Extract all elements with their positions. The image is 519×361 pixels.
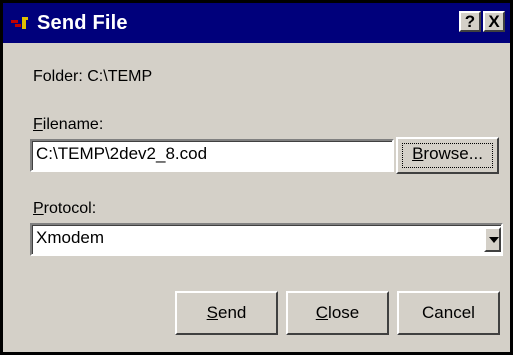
close-accel: C <box>315 303 329 322</box>
title-bar[interactable]: Send File ? X <box>3 3 510 43</box>
cancel-label: Cancel <box>422 303 475 322</box>
folder-label: Folder: <box>33 68 83 85</box>
protocol-label-accel: P <box>33 200 44 217</box>
send-file-dialog: Send File ? X Folder: C:\TEMP Filename: … <box>0 0 513 355</box>
browse-button[interactable]: Browse... <box>396 137 499 174</box>
browse-focus-rect <box>402 143 493 168</box>
protocol-label-rest: rotocol: <box>43 200 97 217</box>
close-label: lose <box>328 303 360 322</box>
close-button[interactable]: Close <box>286 291 389 335</box>
cancel-button[interactable]: Cancel <box>397 291 500 335</box>
send-button[interactable]: Send <box>175 291 278 335</box>
app-icon <box>11 17 28 29</box>
protocol-select[interactable]: Xmodem <box>30 223 503 256</box>
help-icon: ? <box>464 12 476 31</box>
close-window-button[interactable]: X <box>483 11 505 32</box>
chevron-down-icon[interactable] <box>484 227 501 252</box>
window-title: Send File <box>37 12 128 34</box>
filename-value: C:\TEMP\2dev2_8.cod <box>36 144 208 163</box>
filename-label: Filename: <box>33 115 103 135</box>
filename-label-accel: F <box>33 116 43 133</box>
filename-label-rest: ilename: <box>42 116 104 133</box>
folder-row: Folder: C:\TEMP <box>33 67 152 87</box>
send-accel: S <box>206 303 218 322</box>
send-label: end <box>217 303 247 322</box>
protocol-label: Protocol: <box>33 199 96 219</box>
close-icon: X <box>488 12 500 31</box>
folder-value: C:\TEMP <box>87 68 153 85</box>
help-button[interactable]: ? <box>459 11 481 32</box>
protocol-selected-value: Xmodem <box>36 228 105 247</box>
filename-input[interactable]: C:\TEMP\2dev2_8.cod <box>30 139 394 172</box>
